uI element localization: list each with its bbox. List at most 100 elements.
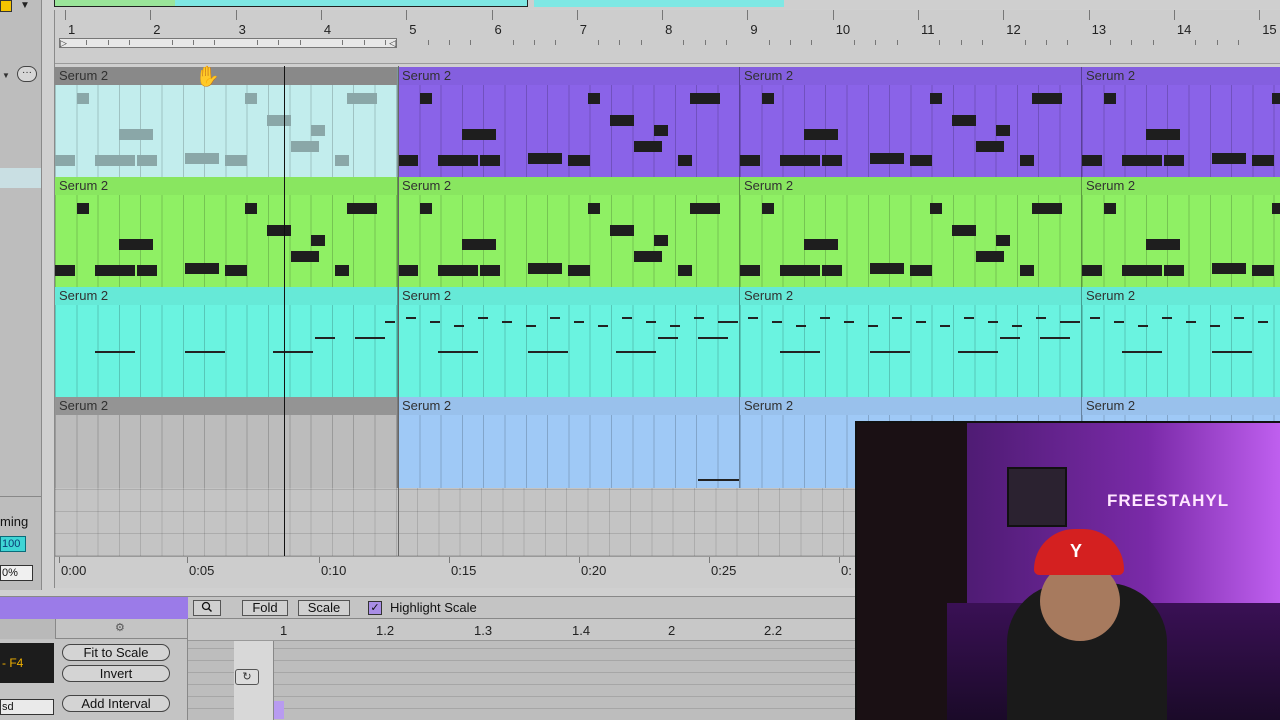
midi-note[interactable]	[185, 153, 219, 164]
midi-note[interactable]	[728, 321, 738, 323]
clip-notes-area[interactable]	[740, 305, 1081, 397]
midi-note[interactable]	[718, 321, 728, 323]
clip-notes-area[interactable]	[55, 85, 397, 177]
clip-name[interactable]: Serum 2	[1082, 67, 1280, 85]
loop-end-marker-icon[interactable]: ◁	[389, 38, 396, 49]
midi-clip[interactable]: Serum 2	[1082, 67, 1280, 177]
track-lane[interactable]: Serum 2 Serum 2 Serum 2 Serum 2	[55, 67, 1280, 177]
midi-clip[interactable]: Serum 2	[398, 67, 740, 177]
midi-note[interactable]	[588, 203, 600, 214]
midi-note[interactable]	[1060, 321, 1070, 323]
clip-notes-area[interactable]	[55, 195, 397, 287]
midi-note[interactable]	[762, 203, 774, 214]
scale-name-field[interactable]: sd	[0, 699, 54, 715]
midi-note[interactable]	[1234, 317, 1244, 319]
midi-note[interactable]	[780, 265, 820, 276]
midi-note[interactable]	[315, 337, 335, 339]
midi-note[interactable]	[335, 155, 349, 166]
loop-start-marker-icon[interactable]: ▷	[60, 38, 67, 49]
clip-name[interactable]: Serum 2	[398, 397, 739, 415]
midi-note[interactable]	[844, 321, 854, 323]
midi-note[interactable]	[480, 155, 500, 166]
midi-note[interactable]	[398, 155, 418, 166]
midi-note[interactable]	[654, 235, 668, 246]
fit-to-scale-button[interactable]: Fit to Scale	[62, 644, 170, 661]
midi-note[interactable]	[1082, 265, 1102, 276]
midi-note[interactable]	[780, 351, 820, 353]
beat-time-ruler[interactable]: ▷ ◁ 1 2 3 4 5 6 7 8 9 10 11 12 13 14 15	[55, 10, 1280, 64]
midi-note[interactable]	[335, 265, 349, 276]
midi-note[interactable]	[698, 479, 739, 481]
midi-note[interactable]	[1210, 325, 1220, 327]
clip-notes-area[interactable]	[398, 195, 739, 287]
tab-notes[interactable]	[0, 619, 56, 639]
midi-note[interactable]	[347, 93, 377, 104]
midi-note[interactable]	[291, 251, 319, 262]
midi-note[interactable]	[137, 155, 157, 166]
midi-note[interactable]	[930, 93, 942, 104]
midi-note[interactable]	[1186, 321, 1196, 323]
midi-note[interactable]	[1114, 321, 1124, 323]
midi-note[interactable]	[1020, 155, 1034, 166]
midi-note[interactable]	[119, 129, 153, 140]
midi-note[interactable]	[77, 203, 89, 214]
midi-note[interactable]	[1146, 239, 1180, 250]
midi-note[interactable]	[406, 317, 416, 319]
midi-note[interactable]	[1122, 155, 1162, 166]
midi-note[interactable]	[796, 325, 806, 327]
clip-name[interactable]: Serum 2	[398, 287, 739, 305]
midi-note[interactable]	[1122, 265, 1162, 276]
midi-note[interactable]	[634, 251, 662, 262]
midi-clip[interactable]: Serum 2	[55, 67, 398, 177]
midi-note[interactable]	[1164, 265, 1184, 276]
percent-field[interactable]: 0%	[0, 565, 33, 581]
midi-note[interactable]	[678, 265, 692, 276]
invert-button[interactable]: Invert	[62, 665, 170, 682]
midi-note[interactable]	[762, 93, 774, 104]
midi-note[interactable]	[870, 153, 904, 164]
midi-note[interactable]	[654, 125, 668, 136]
midi-note[interactable]	[480, 265, 500, 276]
midi-note[interactable]	[610, 115, 634, 126]
playhead[interactable]	[284, 66, 285, 556]
loop-icon[interactable]: ↻	[235, 669, 259, 685]
clip-name[interactable]: Serum 2	[398, 67, 739, 85]
midi-clip[interactable]: Serum 2	[398, 177, 740, 287]
midi-clip[interactable]: Serum 2	[55, 177, 398, 287]
midi-note[interactable]	[1164, 155, 1184, 166]
arrangement-overview[interactable]	[54, 0, 1280, 9]
clip-name[interactable]: Serum 2	[740, 177, 1081, 195]
midi-note[interactable]	[1104, 93, 1116, 104]
midi-note[interactable]	[245, 203, 257, 214]
midi-note[interactable]	[1212, 351, 1252, 353]
midi-note[interactable]	[804, 239, 838, 250]
midi-clip[interactable]: Serum 2	[740, 67, 1082, 177]
midi-note[interactable]	[528, 263, 562, 274]
midi-note[interactable]	[273, 351, 313, 353]
midi-note[interactable]	[1122, 351, 1162, 353]
clip-notes-area[interactable]	[1082, 195, 1280, 287]
midi-note[interactable]	[916, 321, 926, 323]
midi-note[interactable]	[1258, 321, 1268, 323]
midi-note[interactable]	[95, 265, 135, 276]
midi-note[interactable]	[355, 337, 385, 339]
midi-note[interactable]	[526, 325, 536, 327]
midi-note[interactable]	[438, 351, 478, 353]
midi-note[interactable]	[225, 265, 247, 276]
midi-note[interactable]	[690, 203, 720, 214]
clip-name[interactable]: Serum 2	[1082, 397, 1280, 415]
midi-note[interactable]	[267, 115, 291, 126]
midi-note[interactable]	[910, 155, 932, 166]
midi-note[interactable]	[780, 155, 820, 166]
clip-notes-area[interactable]	[398, 305, 739, 397]
midi-note[interactable]	[77, 93, 89, 104]
midi-note[interactable]	[454, 325, 464, 327]
midi-note[interactable]	[1212, 263, 1246, 274]
midi-note[interactable]	[870, 351, 910, 353]
midi-note[interactable]	[588, 93, 600, 104]
midi-note[interactable]	[438, 265, 478, 276]
midi-note[interactable]	[185, 263, 219, 274]
clip-name[interactable]: Serum 2	[1082, 287, 1280, 305]
midi-clip[interactable]: Serum 2	[398, 287, 740, 397]
midi-note[interactable]	[311, 125, 325, 136]
